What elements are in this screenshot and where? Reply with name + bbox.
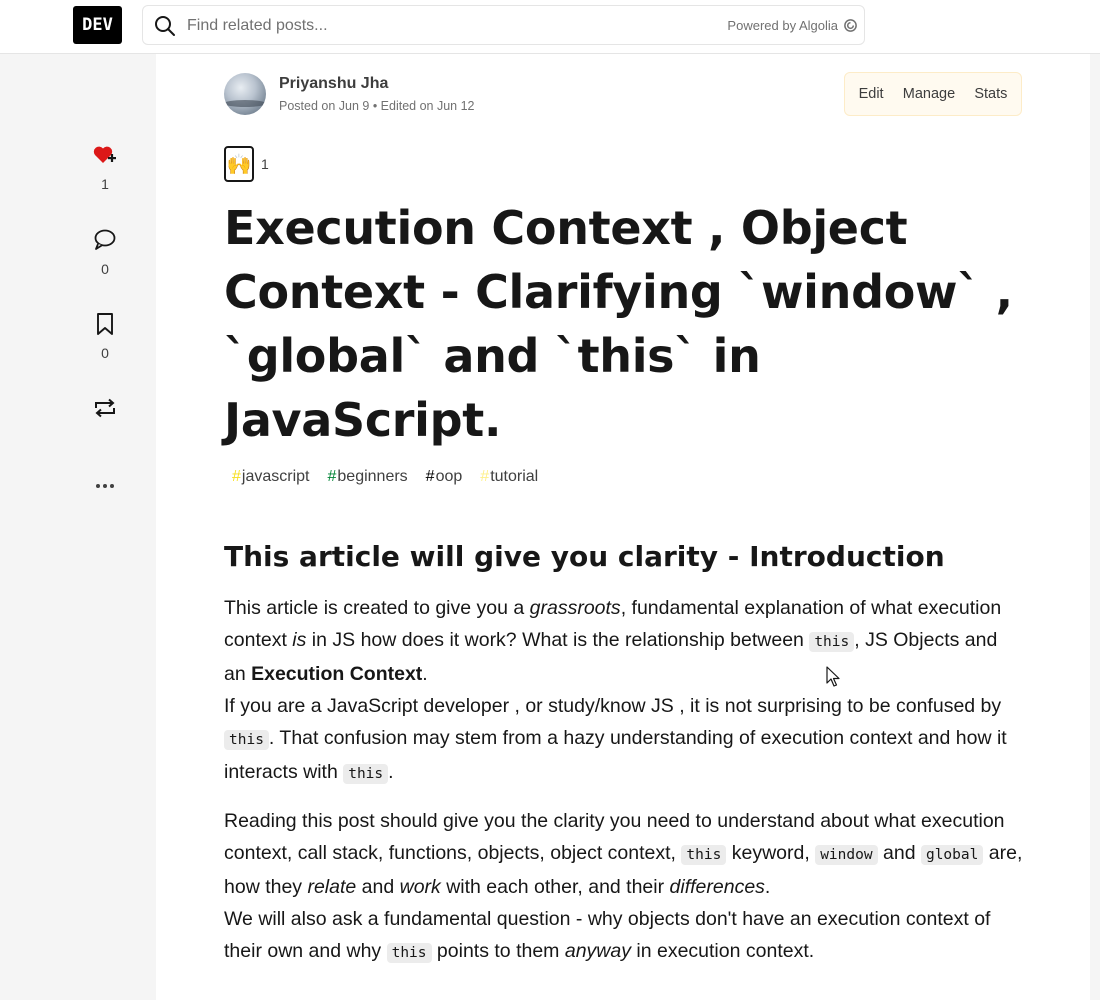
section-heading: This article will give you clarity - Int… [224,540,945,573]
text: If you are a JavaScript developer , or s… [224,695,1002,717]
tag-oop[interactable]: #oop [418,466,471,488]
tag-tutorial[interactable]: #tutorial [472,466,546,488]
search-icon [155,16,175,36]
tag-hash: # [425,468,435,485]
tag-label: oop [435,468,463,485]
algolia-icon [844,19,857,32]
inline-code: this [681,845,727,865]
search-box[interactable]: Powered by Algolia [142,5,865,45]
inline-code: this [809,632,855,652]
bold-text: Execution Context [251,663,423,685]
search-input[interactable] [185,12,629,40]
emphasis: relate [307,876,357,898]
article-card: Priyanshu Jha Posted on Jun 9 • Edited o… [156,54,1090,1000]
bookmark-action[interactable]: 0 [85,311,125,361]
more-dots-icon [96,484,114,488]
emphasis: is [292,629,307,651]
tag-list: #javascript #beginners #oop #tutorial [224,466,546,488]
tag-beginners[interactable]: #beginners [319,466,415,488]
mouse-cursor-icon [826,666,840,687]
raised-hands-icon: 🙌 [224,146,254,182]
bookmark-icon [97,313,113,335]
emphasis: differences [669,876,765,898]
clarity-paragraph: Reading this post should give you the cl… [224,805,1024,969]
tag-hash: # [480,468,490,485]
text: points to them [431,940,565,962]
inline-code: this [224,730,269,750]
text: . [422,663,428,685]
manage-button[interactable]: Manage [897,82,961,106]
text: This article is created to give you a [224,597,530,619]
repost-icon [95,398,115,418]
reaction-summary[interactable]: 🙌 1 [224,146,269,182]
top-bar: DEV Powered by Algolia [0,0,1100,54]
share-action[interactable] [85,395,125,421]
text: with each other, and their [440,876,670,898]
tag-hash: # [327,468,337,485]
emphasis: grassroots [529,597,621,619]
text: . That confusion may stem from a hazy un… [224,727,1007,783]
avatar[interactable] [224,73,266,115]
author-name[interactable]: Priyanshu Jha [279,75,475,93]
more-actions[interactable] [85,474,125,498]
comment-icon [94,229,116,250]
intro-paragraph: This article is created to give you a gr… [224,592,1024,790]
text: . [764,876,771,898]
author-block: Priyanshu Jha Posted on Jun 9 • Edited o… [224,72,475,116]
dev-logo[interactable]: DEV [73,6,122,44]
text: . [388,761,394,783]
edit-button[interactable]: Edit [853,82,890,106]
text: and [356,876,400,898]
owner-actions: Edit Manage Stats [844,72,1022,116]
algolia-attribution[interactable]: Powered by Algolia [727,18,858,33]
article-title: Execution Context , Object Context - Cla… [224,201,1013,447]
tag-label: beginners [337,468,408,485]
powered-by-label: Powered by Algolia [727,18,838,33]
tag-label: tutorial [490,468,539,485]
bookmark-count: 0 [101,345,109,361]
stats-button[interactable]: Stats [968,82,1013,106]
comment-count: 0 [101,261,109,277]
tag-javascript[interactable]: #javascript [224,466,317,488]
like-count: 1 [101,176,109,192]
tag-hash: # [232,468,241,485]
post-date: Posted on Jun 9 • Edited on Jun 12 [279,99,475,113]
tag-label: javascript [241,468,310,485]
inline-code: window [815,845,878,865]
text: in execution context. [630,940,815,962]
reaction-count: 1 [261,156,269,172]
emphasis: anyway [564,940,631,962]
like-action[interactable]: 1 [85,142,125,192]
heart-plus-icon [93,146,116,163]
emphasis: work [399,876,441,898]
comment-action[interactable]: 0 [85,227,125,277]
inline-code: this [386,943,432,963]
inline-code: this [343,764,389,784]
text: and [877,842,921,864]
text: in JS how does it work? What is the rela… [306,629,810,651]
inline-code: global [920,845,984,865]
text: keyword, [726,842,816,864]
